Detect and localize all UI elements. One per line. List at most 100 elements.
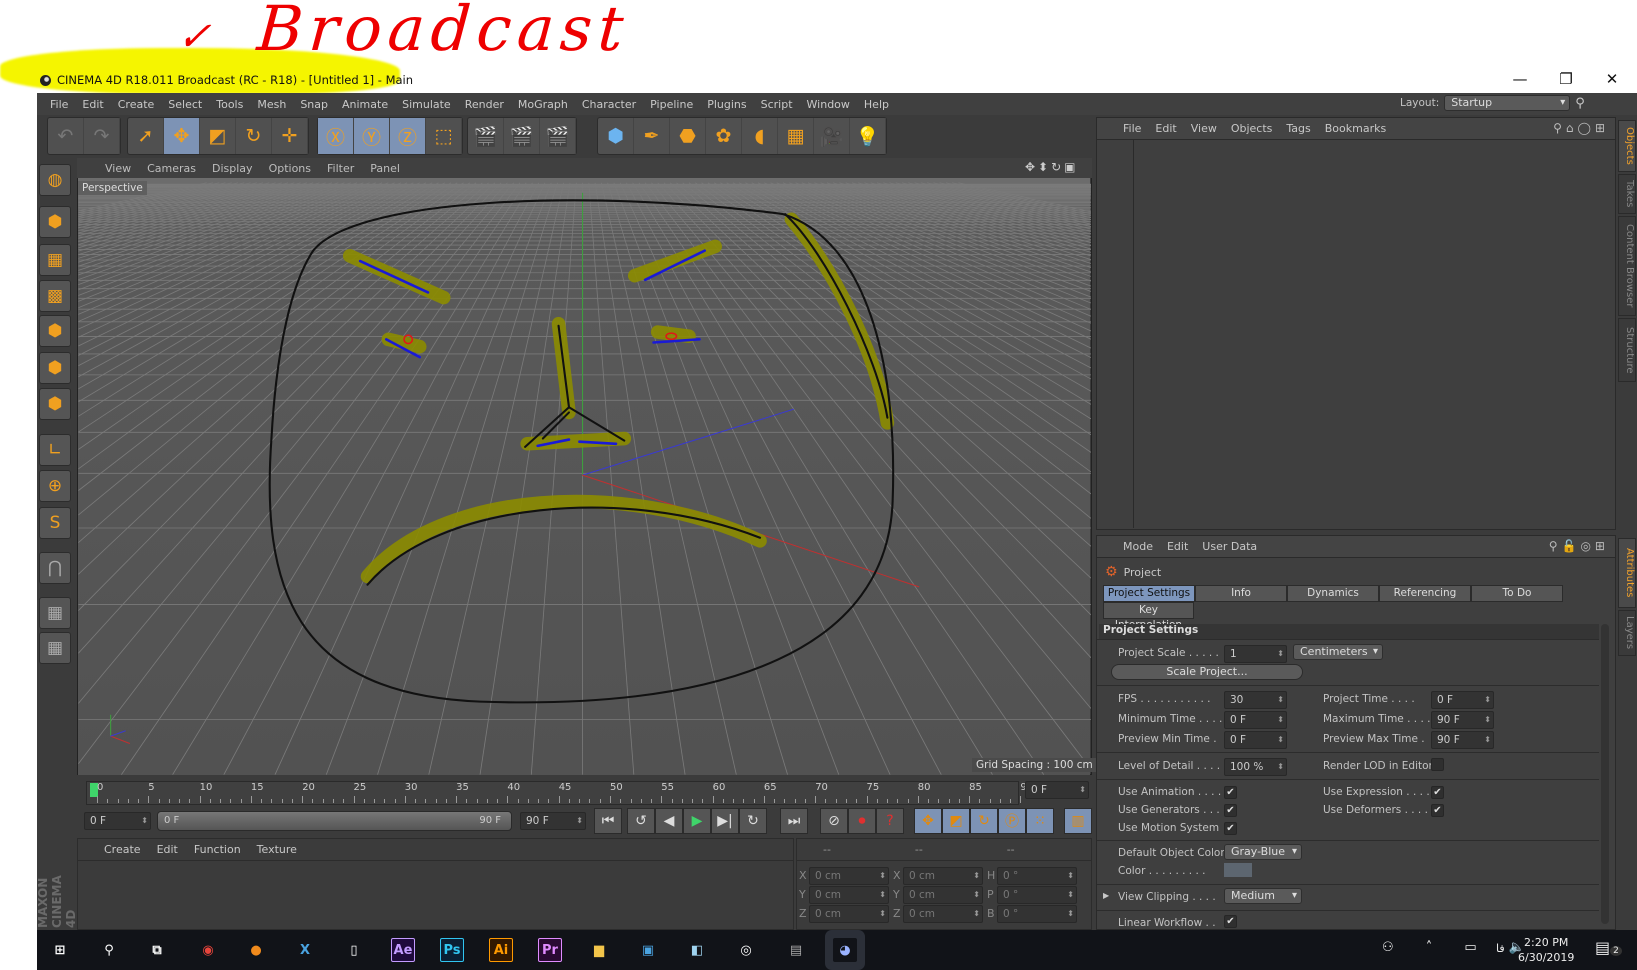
search-icon[interactable]: ⚲	[97, 938, 121, 962]
tab-key-interpolation[interactable]: Key Interpolation	[1103, 602, 1194, 631]
object-menu-objects[interactable]: Objects	[1231, 122, 1273, 135]
move-icon[interactable]: ✥	[164, 118, 200, 154]
tray-icons[interactable]: ⚇ ˄ ▭ 🔈	[1382, 940, 1539, 955]
edges-mode-icon[interactable]: ⬢	[39, 352, 71, 384]
points-mode-icon[interactable]: ⬢	[39, 315, 71, 347]
preview-max-time-field[interactable]: 90 F	[1431, 731, 1494, 749]
coord-field-y[interactable]: 0 cm	[809, 886, 889, 904]
timeline-ruler[interactable]: 051015202530354045505560657075808590	[86, 781, 1033, 805]
close-button[interactable]: ✕	[1592, 70, 1632, 90]
floor-icon[interactable]: ▦	[778, 118, 814, 154]
render-settings-icon[interactable]: 🎬	[540, 118, 576, 154]
maximum-time-field[interactable]: 90 F	[1431, 711, 1494, 729]
side-tab-objects[interactable]: Objects	[1618, 120, 1636, 172]
use-generators-checkbox[interactable]: ✔	[1224, 804, 1237, 817]
material-menu-edit[interactable]: Edit	[157, 843, 178, 860]
use-animation-checkbox[interactable]: ✔	[1224, 786, 1237, 799]
coord-field-x[interactable]: 0 cm	[903, 867, 983, 885]
menu-script[interactable]: Script	[754, 98, 800, 111]
restore-button[interactable]: ❐	[1546, 70, 1586, 90]
use-motion-system-checkbox[interactable]: ✔	[1224, 822, 1237, 835]
illustrator-icon[interactable]: Ai	[489, 938, 513, 962]
current-frame-field[interactable]: 0 F	[1025, 781, 1089, 799]
object-menu-bookmarks[interactable]: Bookmarks	[1325, 122, 1386, 135]
layout-dropdown[interactable]: Startup	[1444, 95, 1571, 111]
camera-icon[interactable]: 🎥	[814, 118, 850, 154]
coord-field-y[interactable]: 0 cm	[903, 886, 983, 904]
file-explorer-icon[interactable]: ▆	[587, 938, 611, 962]
cloner-icon[interactable]: ✿	[706, 118, 742, 154]
coord-field-h[interactable]: 0 °	[997, 867, 1077, 885]
scale-icon[interactable]: ◩	[200, 118, 236, 154]
next-frame-button[interactable]: ▶|	[711, 808, 739, 834]
side-tab-layers[interactable]: Layers	[1618, 610, 1636, 656]
rotate-icon[interactable]: ↻	[236, 118, 272, 154]
photoshop-icon[interactable]: Ps	[440, 938, 464, 962]
coord-field-z[interactable]: 0 cm	[903, 905, 983, 923]
y-axis-icon[interactable]: Ⓨ	[354, 118, 390, 154]
viewport-navigation-icons[interactable]: ✥⬍↻▣	[1025, 160, 1079, 174]
minimum-time-field[interactable]: 0 F	[1224, 711, 1287, 729]
linear-workflow-checkbox[interactable]: ✔	[1224, 915, 1237, 928]
previous-key-button[interactable]: ↺	[627, 808, 655, 834]
tab-info[interactable]: Info	[1195, 585, 1287, 602]
object-menu-file[interactable]: File	[1123, 122, 1141, 135]
project-scale-unit-dropdown[interactable]: Centimeters	[1293, 644, 1383, 660]
start-icon[interactable]: ⊞	[48, 938, 72, 962]
object-manager-tools-icons[interactable]: ⚲⌂◯⊞	[1553, 121, 1609, 135]
notifications-button[interactable]: ▤ 2	[1595, 938, 1622, 957]
workplane-icon[interactable]: ▩	[39, 280, 71, 312]
side-tab-structure[interactable]: Structure	[1618, 318, 1636, 382]
object-menu-edit[interactable]: Edit	[1155, 122, 1176, 135]
coord-field-x[interactable]: 0 cm	[809, 867, 889, 885]
tweak-mode-icon[interactable]: ⊕	[39, 470, 71, 502]
subdivision-icon[interactable]: ⬣	[670, 118, 706, 154]
color-swatch[interactable]	[1224, 863, 1252, 877]
light-icon[interactable]: 💡	[850, 118, 886, 154]
render-lod-checkbox[interactable]	[1431, 758, 1444, 771]
previous-frame-button[interactable]: ◀	[655, 808, 683, 834]
undo-icon[interactable]: ↶	[48, 118, 84, 154]
menu-create[interactable]: Create	[111, 98, 162, 111]
use-expression-checkbox[interactable]: ✔	[1431, 786, 1444, 799]
tab-to-do[interactable]: To Do	[1471, 585, 1563, 602]
fps-field[interactable]: 30	[1224, 691, 1287, 709]
project-scale-field[interactable]: 1	[1224, 645, 1287, 663]
deformer-icon[interactable]: ◖	[742, 118, 778, 154]
premiere-icon[interactable]: Pr	[538, 938, 562, 962]
timeline-window-button[interactable]: ▥	[1064, 808, 1092, 834]
search-icon[interactable]: ⚲	[1575, 96, 1585, 111]
recent-tool-icon[interactable]: ✛	[272, 118, 308, 154]
next-key-button[interactable]: ↻	[739, 808, 767, 834]
key-scale-button[interactable]: ◩	[942, 808, 970, 834]
side-tab-attributes[interactable]: Attributes	[1618, 538, 1636, 608]
menu-animate[interactable]: Animate	[335, 98, 395, 111]
coord-field-z[interactable]: 0 cm	[809, 905, 889, 923]
use-deformers-checkbox[interactable]: ✔	[1431, 804, 1444, 817]
menu-mograph[interactable]: MoGraph	[511, 98, 575, 111]
preview-min-time-field[interactable]: 0 F	[1224, 731, 1287, 749]
attributes-menu-mode[interactable]: Mode	[1123, 540, 1153, 553]
menu-edit[interactable]: Edit	[75, 98, 110, 111]
grid-snap-icon[interactable]: ▦	[39, 632, 71, 664]
viewport-menu-display[interactable]: Display	[204, 162, 261, 175]
key-pla-button[interactable]: ⁙	[1026, 808, 1054, 834]
target-app-icon[interactable]: ◎	[734, 938, 758, 962]
scale-project-button[interactable]: Scale Project...	[1111, 664, 1303, 680]
side-tab-takes[interactable]: Takes	[1618, 174, 1636, 214]
language-indicator[interactable]: فا	[1496, 942, 1505, 955]
end-frame-field[interactable]: 90 F	[520, 812, 586, 830]
cube-icon[interactable]: ⬢	[598, 118, 634, 154]
menu-mesh[interactable]: Mesh	[250, 98, 293, 111]
polygons-mode-icon[interactable]: ⬢	[39, 388, 71, 420]
pen-icon[interactable]: ✒	[634, 118, 670, 154]
keyframe-selection-button[interactable]: ?	[876, 808, 904, 834]
menu-character[interactable]: Character	[575, 98, 643, 111]
workplane-lock-icon[interactable]: ▦	[39, 597, 71, 629]
material-menu-function[interactable]: Function	[194, 843, 241, 860]
coord-field-p[interactable]: 0 °	[997, 886, 1077, 904]
menu-tools[interactable]: Tools	[209, 98, 250, 111]
autokey-button[interactable]: ⏺	[848, 808, 876, 834]
scrollbar[interactable]	[1601, 624, 1609, 924]
go-to-end-button[interactable]: ⏭	[780, 808, 808, 834]
